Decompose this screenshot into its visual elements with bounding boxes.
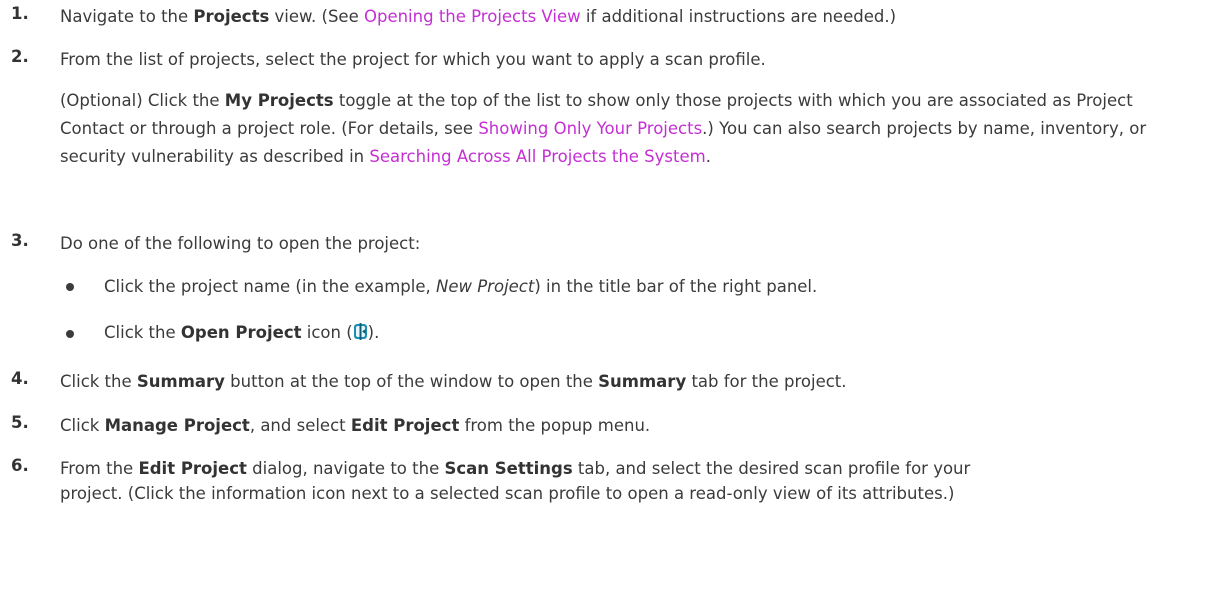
step-text: From the list of projects, select the pr… [60, 50, 766, 69]
ui-term-summary-button: Summary [136, 372, 225, 391]
step-text: Do one of the following to open the proj… [60, 234, 421, 253]
link-searching-across-all-projects[interactable]: Searching Across All Projects the System [369, 147, 705, 166]
step-number: 3. [11, 231, 29, 250]
step-text-continued: project. (Click the information icon nex… [60, 484, 955, 503]
step-number: 1. [11, 4, 29, 23]
link-showing-only-your-projects[interactable]: Showing Only Your Projects [478, 119, 702, 138]
step-number: 6. [11, 456, 29, 475]
step-text: Navigate to the Projects view. (See Open… [60, 7, 897, 26]
ui-term-summary-tab: Summary [598, 372, 687, 391]
document-page: 1. Navigate to the Projects view. (See O… [0, 0, 1222, 616]
optional-note: (Optional) Click the My Projects toggle … [60, 91, 1147, 166]
example-project-name: New Project [436, 277, 535, 296]
ui-term-manage-project: Manage Project [104, 416, 250, 435]
bullet-text: Click the project name (in the example, … [104, 277, 818, 296]
ui-term-edit-project: Edit Project [350, 416, 460, 435]
ui-term-scan-settings: Scan Settings [444, 459, 573, 478]
step-text: From the Edit Project dialog, navigate t… [60, 459, 971, 478]
step-number: 5. [11, 413, 29, 432]
step-text: Click Manage Project, and select Edit Pr… [60, 416, 651, 435]
step-number: 4. [11, 369, 29, 388]
bullet-text: Click the Open Project icon (). [104, 322, 380, 342]
ui-term-open-project: Open Project [180, 323, 302, 342]
link-opening-projects-view[interactable]: Opening the Projects View [364, 7, 581, 26]
step-text: Click the Summary button at the top of t… [60, 372, 847, 391]
open-project-icon [353, 322, 368, 341]
step-number: 2. [11, 47, 29, 66]
bullet-dot [66, 330, 74, 338]
ui-term-my-projects: My Projects [224, 91, 334, 110]
ui-term-edit-project-dialog: Edit Project [138, 459, 247, 478]
bullet-dot [66, 283, 74, 291]
ui-term-projects: Projects [193, 7, 270, 26]
